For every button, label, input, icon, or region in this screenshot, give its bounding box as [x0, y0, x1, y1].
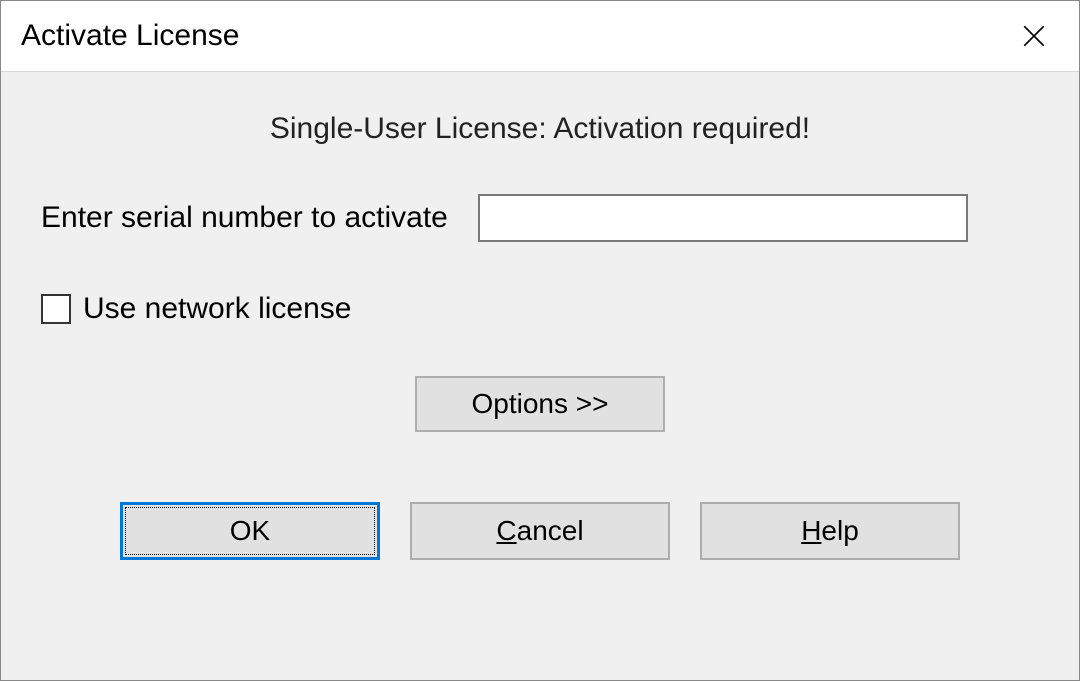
network-license-label: Use network license: [83, 292, 351, 326]
cancel-rest: ancel: [517, 515, 584, 547]
cancel-mnemonic: C: [496, 515, 516, 547]
options-row: Options >>: [41, 376, 1039, 432]
serial-input[interactable]: [478, 194, 968, 242]
options-button[interactable]: Options >>: [415, 376, 665, 432]
titlebar: Activate License: [1, 1, 1079, 71]
network-license-row[interactable]: Use network license: [41, 292, 1039, 326]
help-rest: elp: [821, 515, 858, 547]
action-button-row: OK Cancel Help: [41, 502, 1039, 560]
serial-label: Enter serial number to activate: [41, 201, 448, 235]
close-icon: [1021, 23, 1047, 49]
dialog-title: Activate License: [21, 19, 239, 53]
close-button[interactable]: [1009, 11, 1059, 61]
dialog-content: Single-User License: Activation required…: [1, 71, 1079, 680]
activation-heading: Single-User License: Activation required…: [41, 112, 1039, 146]
serial-field-row: Enter serial number to activate: [41, 194, 1039, 242]
activate-license-dialog: Activate License Single-User License: Ac…: [0, 0, 1080, 681]
help-mnemonic: H: [801, 515, 821, 547]
cancel-button[interactable]: Cancel: [410, 502, 670, 560]
help-button[interactable]: Help: [700, 502, 960, 560]
network-license-checkbox[interactable]: [41, 294, 71, 324]
ok-button[interactable]: OK: [120, 502, 380, 560]
